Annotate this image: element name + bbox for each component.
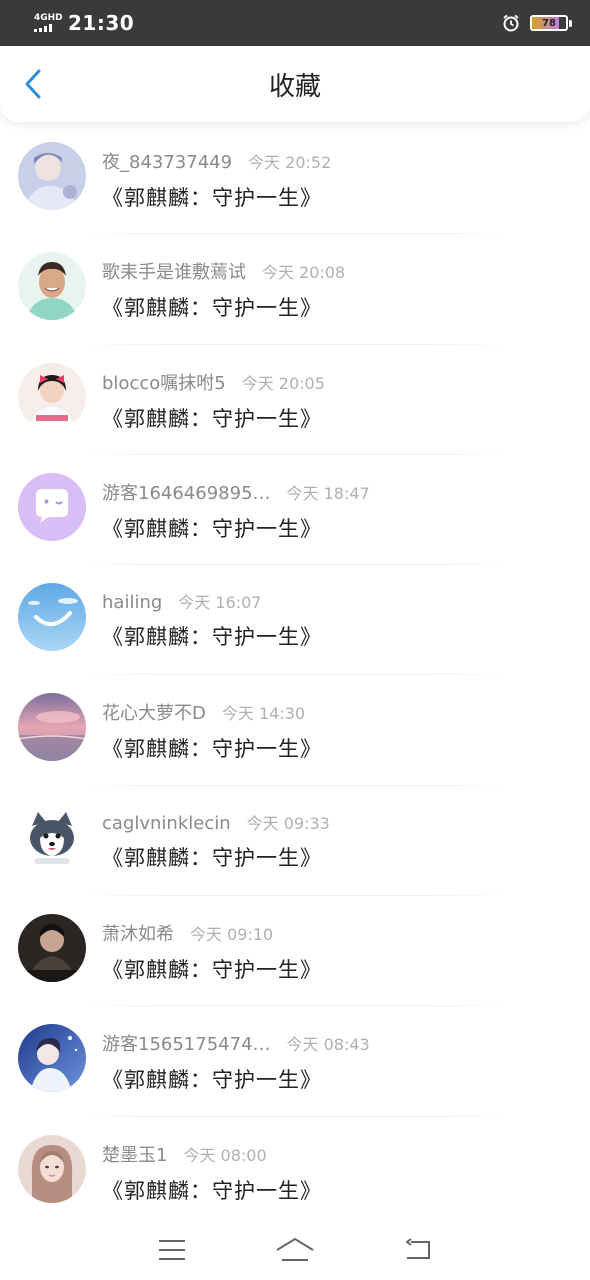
username: 夜_843737449 — [102, 152, 233, 173]
username: 萧沐如希 — [102, 924, 174, 946]
avatar — [18, 142, 86, 210]
favorite-item[interactable]: hailing 今天 16:07 《郭麒麟：守护一生》 — [0, 565, 590, 676]
avatar — [18, 1134, 86, 1203]
item-title: 《郭麒麟：守护一生》 — [102, 625, 322, 650]
timestamp: 今天 16:07 — [178, 593, 262, 613]
timestamp: 今天 20:08 — [262, 263, 346, 283]
avatar — [18, 803, 86, 872]
back-arrow-icon — [405, 1238, 431, 1259]
avatar — [18, 1024, 86, 1093]
favorite-item[interactable]: blocco嘱抹咐5 今天 20:05 《郭麒麟：守护一生》 — [0, 345, 590, 456]
timestamp: 今天 14:30 — [221, 704, 306, 724]
timestamp: 今天 09:33 — [246, 813, 330, 833]
favorite-item[interactable]: 花心大萝不D 今天 14:30 《郭麒麟：守护一生》 — [0, 675, 590, 787]
battery-level: 78 — [542, 17, 556, 29]
username: 游客1646469895… — [102, 482, 271, 504]
home-button[interactable] — [275, 1232, 315, 1268]
username: 游客1565175474… — [102, 1034, 271, 1056]
favorite-item[interactable]: 游客1646469895… 今天 18:47 《郭麒麟：守护一生》 — [0, 455, 590, 566]
item-title: 《郭麒麟：守护一生》 — [102, 845, 322, 870]
avatar — [18, 693, 86, 762]
item-title: 《郭麒麟：守护一生》 — [102, 296, 322, 321]
avatar — [18, 252, 86, 321]
avatar — [18, 914, 86, 983]
item-title: 《郭麒麟：守护一生》 — [102, 406, 322, 431]
timestamp: 今天 08:00 — [183, 1145, 267, 1165]
favorite-item[interactable]: 夜_843737449 今天 20:52 《郭麒麟：守护一生》 — [0, 124, 590, 235]
favorite-item[interactable]: caglvninklecin 今天 09:33 《郭麒麟：守护一生》 — [0, 786, 590, 897]
timestamp: 今天 09:10 — [190, 925, 274, 945]
item-title: 《郭麒麟：守护一生》 — [102, 1068, 322, 1093]
avatar — [18, 362, 86, 431]
item-title: 《郭麒麟：守护一生》 — [102, 1178, 322, 1203]
timestamp: 今天 08:43 — [286, 1035, 370, 1055]
favorites-list: 夜_843737449 今天 20:52 《郭麒麟：守护一生》 歌耒手是谁敷蔫试… — [0, 124, 590, 1228]
username: hailing — [102, 592, 163, 614]
battery-icon: 78 — [530, 15, 568, 31]
home-icon — [276, 1237, 314, 1261]
chevron-left-icon — [25, 69, 41, 99]
item-title: 《郭麒麟：守护一生》 — [102, 516, 322, 541]
back-nav-button[interactable] — [398, 1232, 438, 1268]
alarm-icon — [502, 14, 520, 32]
item-title: 《郭麒麟：守护一生》 — [102, 186, 322, 210]
system-nav-bar — [0, 1220, 590, 1280]
page-header: 收藏 — [0, 46, 590, 122]
favorite-item[interactable]: 楚墨玉1 今天 08:00 《郭麒麟：守护一生》 — [0, 1117, 590, 1228]
menu-icon — [158, 1240, 185, 1260]
item-title: 《郭麒麟：守护一生》 — [102, 958, 322, 983]
username: 花心大萝不D — [102, 703, 206, 725]
favorite-item[interactable]: 萧沐如希 今天 09:10 《郭麒麟：守护一生》 — [0, 896, 590, 1007]
status-bar: 4GHD 21:30 78 — [0, 0, 590, 46]
back-button[interactable] — [18, 68, 48, 100]
username: 楚墨玉1 — [102, 1144, 168, 1166]
signal-indicator: 4GHD — [34, 13, 63, 32]
timestamp: 今天 20:52 — [248, 153, 332, 172]
network-type: 4GHD — [34, 13, 63, 23]
avatar — [18, 583, 86, 652]
item-title: 《郭麒麟：守护一生》 — [102, 737, 322, 762]
favorite-item[interactable]: 歌耒手是谁敷蔫试 今天 20:08 《郭麒麟：守护一生》 — [0, 234, 590, 345]
timestamp: 今天 18:47 — [286, 483, 370, 503]
timestamp: 今天 20:05 — [241, 373, 325, 393]
favorite-item[interactable]: 游客1565175474… 今天 08:43 《郭麒麟：守护一生》 — [0, 1006, 590, 1117]
status-time: 21:30 — [68, 11, 135, 35]
username: 歌耒手是谁敷蔫试 — [102, 262, 246, 284]
menu-button[interactable] — [152, 1232, 192, 1268]
page-title: 收藏 — [268, 71, 321, 102]
username: blocco嘱抹咐5 — [102, 372, 226, 394]
avatar — [18, 472, 86, 541]
username: caglvninklecin — [102, 812, 231, 834]
signal-icon — [34, 24, 62, 32]
